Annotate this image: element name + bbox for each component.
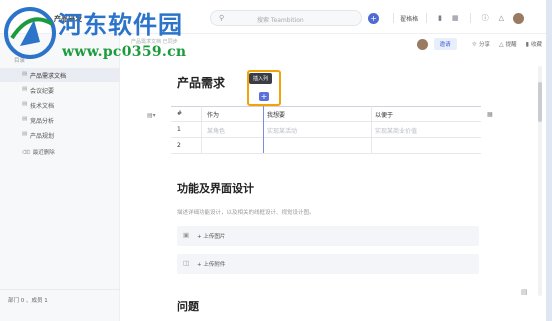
document-icon: ▤	[22, 86, 28, 92]
column-divider	[201, 106, 202, 153]
upload-file-label: + 上传附件	[197, 262, 226, 268]
table-header-row: # 作为 我想要 以便于	[171, 107, 481, 122]
divider	[469, 13, 471, 23]
sidebar-item-label: 最近删除	[32, 150, 55, 156]
upload-file-button[interactable]: ◫ + 上传附件	[177, 254, 479, 274]
sidebar-item-label: 会议纪要	[30, 88, 55, 95]
invite-button[interactable]: 邀请	[433, 38, 457, 50]
column-divider-selected[interactable]	[263, 106, 264, 153]
table-row: 2	[171, 139, 481, 154]
document-area: 产品需求文档 已同步 邀请 ☼ 分享 △ 提醒 ▮ 收藏 产品需求 插入列 + ▤▾ …	[121, 34, 546, 321]
avatar[interactable]	[513, 12, 524, 24]
search-icon: ⚲	[219, 14, 225, 22]
divider	[426, 13, 428, 23]
sidebar-item-competitor-analysis[interactable]: ▤ 竞品分析	[0, 113, 120, 127]
attachment-icon: ◫	[183, 259, 190, 267]
sidebar-item-label: 竞品分析	[30, 118, 55, 125]
watermark-title: 河东软件园	[58, 10, 183, 39]
search-input[interactable]: ⚲ 搜索 Teambition	[210, 10, 362, 26]
insert-column-tooltip: 插入列	[249, 73, 273, 84]
watermark-url: www.pc0359.cn	[62, 44, 187, 60]
table-menu-icon[interactable]: ▤▾	[147, 112, 156, 119]
table-cell[interactable]: 实现某活动	[267, 126, 297, 135]
table-header[interactable]: 我想要	[267, 110, 285, 119]
sidebar-item-label: 产品规划	[30, 133, 55, 140]
column-divider	[371, 106, 372, 153]
sidebar-item-label: 产品需求文档	[30, 73, 67, 80]
divider	[0, 289, 120, 290]
bell-icon: △	[499, 40, 504, 48]
document-actions: 邀请 ☼ 分享 △ 提醒 ▮ 收藏	[416, 38, 542, 50]
requirements-table[interactable]: ▤▾ # 作为 我想要 以便于 1 某角色 实现某活动 实现某商业价值 2 ▦	[147, 106, 493, 156]
bell-icon[interactable]: △	[499, 14, 504, 22]
upload-image-label: + 上传图片	[197, 234, 226, 240]
user-name[interactable]: 翟格格	[400, 14, 418, 23]
table-cell[interactable]: 实现某商业价值	[375, 126, 417, 135]
heading-issues[interactable]: 问题	[177, 298, 199, 314]
sidebar-footer[interactable]: 部门 0 、成员 1	[8, 296, 48, 304]
image-icon: ▣	[183, 231, 190, 239]
table-header[interactable]: 作为	[207, 110, 219, 119]
calendar-icon[interactable]: ▦	[452, 14, 459, 22]
heading-product-requirements[interactable]: 产品需求	[177, 74, 225, 91]
top-right-toolbar: + 翟格格 ▮ ▦ ⓘ △	[368, 11, 524, 25]
table-row: 1 某角色 实现某活动 实现某商业价值	[171, 123, 481, 138]
sidebar: 目录 ▤ 产品需求文档 ▤ 会议纪要 ▤ 技术文档 ▤ 竞品分析 ▤ 产品规划 …	[0, 34, 120, 321]
table-header[interactable]: #	[177, 110, 182, 117]
add-icon[interactable]: +	[368, 12, 380, 24]
remind-button[interactable]: △ 提醒	[499, 40, 517, 49]
sidebar-item-trash[interactable]: ⌫ 最近删除	[22, 148, 55, 156]
sidebar-item-label: 技术文档	[30, 103, 55, 110]
window-edge	[546, 0, 552, 321]
help-icon[interactable]: ⓘ	[482, 13, 489, 23]
favorite-button[interactable]: ▮ 收藏	[525, 40, 542, 49]
share-icon: ☼	[471, 40, 478, 48]
sidebar-item-meeting-notes[interactable]: ▤ 会议纪要	[0, 83, 120, 97]
table-cell[interactable]: 1	[177, 126, 181, 133]
outline-icon[interactable]: ▤	[521, 288, 528, 296]
scrollbar-thumb[interactable]	[538, 82, 542, 122]
divider	[393, 13, 395, 23]
watermark-logo-icon	[4, 7, 56, 59]
document-icon: ▤	[22, 131, 28, 137]
document-icon: ▤	[22, 71, 28, 77]
sidebar-item-tech-docs[interactable]: ▤ 技术文档	[0, 98, 120, 112]
insert-column-button[interactable]: +	[259, 92, 269, 101]
sidebar-item-product-planning[interactable]: ▤ 产品规划	[0, 128, 120, 142]
bookmark-icon[interactable]: ▮	[438, 14, 442, 22]
document-icon: ▤	[22, 101, 28, 107]
bookmark-icon: ▮	[525, 40, 529, 48]
section-description[interactable]: 描述详细功能设计，以及相关的线框设计、视觉设计图。	[177, 208, 315, 216]
table-settings-icon[interactable]: ▦	[487, 111, 493, 118]
trash-icon: ⌫	[22, 150, 30, 156]
upload-image-button[interactable]: ▣ + 上传图片	[177, 226, 479, 246]
document-icon: ▤	[22, 116, 28, 122]
sidebar-item-product-requirements[interactable]: ▤ 产品需求文档	[0, 68, 120, 82]
heading-function-design[interactable]: 功能及界面设计	[177, 180, 254, 196]
scrollbar[interactable]	[538, 66, 542, 296]
table-cell[interactable]: 某角色	[207, 126, 225, 135]
search-placeholder: 搜索 Teambition	[257, 17, 304, 24]
table-cell[interactable]: 2	[177, 142, 181, 149]
table-header[interactable]: 以便于	[375, 110, 393, 119]
share-button[interactable]: ☼ 分享	[471, 40, 490, 49]
avatar[interactable]	[416, 38, 428, 50]
